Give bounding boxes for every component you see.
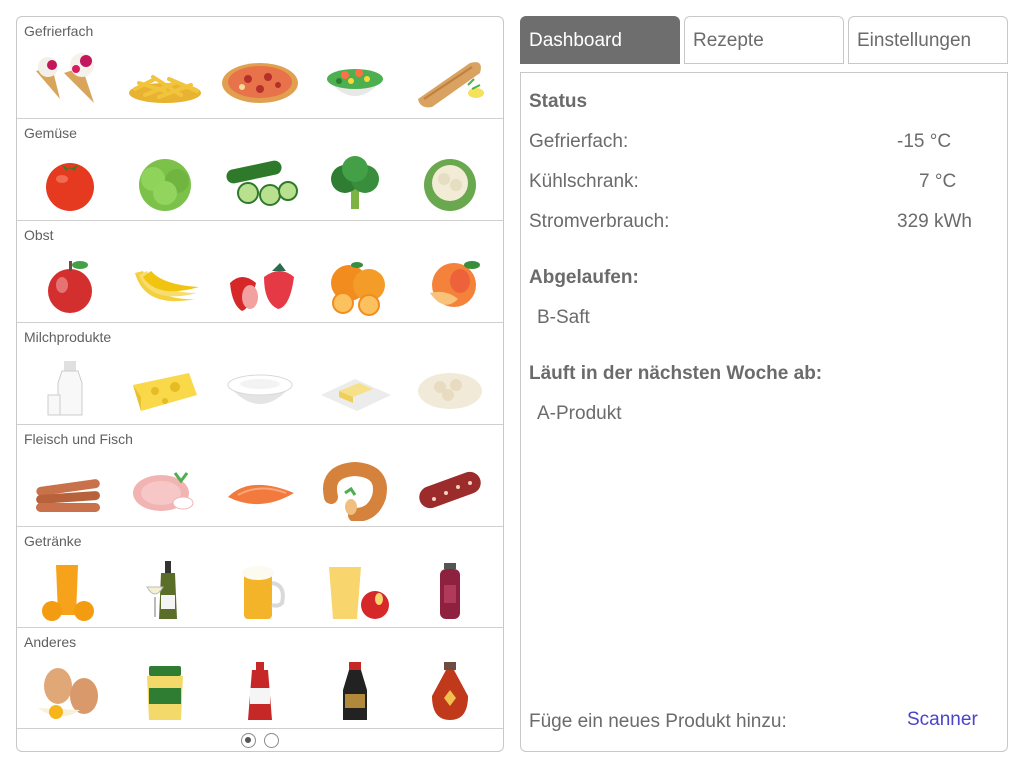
category-title: Milchprodukte <box>24 329 112 345</box>
add-product-label: Füge ein neues Produkt hinzu: <box>529 711 787 732</box>
ring-sausage-icon[interactable] <box>313 456 397 522</box>
soy-sauce-icon[interactable] <box>313 659 397 725</box>
oranges-icon[interactable] <box>313 252 397 318</box>
lettuce-icon[interactable] <box>123 150 207 216</box>
category-obst: Obst <box>17 221 503 323</box>
yogurt-icon[interactable] <box>218 354 302 420</box>
expiring-item: A-Produkt <box>537 403 622 424</box>
category-gefrierfach: Gefrierfach <box>17 17 503 119</box>
cottage-cheese-icon[interactable] <box>408 354 492 420</box>
category-fleisch-und-fisch: Fleisch und Fisch <box>17 425 503 527</box>
french-fries-icon[interactable] <box>123 48 207 114</box>
power-value: 329 kWh <box>897 211 972 232</box>
tab-dashboard[interactable]: Dashboard <box>520 16 680 64</box>
category-title: Obst <box>24 227 54 243</box>
cauliflower-icon[interactable] <box>408 150 492 216</box>
cheese-icon[interactable] <box>123 354 207 420</box>
pizza-icon[interactable] <box>218 48 302 114</box>
wine-icon[interactable] <box>123 558 207 624</box>
beer-icon[interactable] <box>218 558 302 624</box>
power-label: Stromverbrauch: <box>529 211 670 232</box>
category-title: Gemüse <box>24 125 77 141</box>
page-dot-1[interactable] <box>241 732 256 748</box>
category-title: Gefrierfach <box>24 23 94 39</box>
category-panel: Gefrierfach Gemüse Obst Milchprodukte Fl… <box>16 16 504 752</box>
smoothie-bottle-icon[interactable] <box>408 558 492 624</box>
peach-icon[interactable] <box>408 252 492 318</box>
fridge-label: Kühlschrank: <box>529 171 639 192</box>
category-title: Fleisch und Fisch <box>24 431 133 447</box>
mustard-jar-icon[interactable] <box>123 659 207 725</box>
orange-juice-icon[interactable] <box>28 558 112 624</box>
expiring-heading: Läuft in der nächsten Woche ab: <box>529 363 823 384</box>
strawberries-icon[interactable] <box>218 252 302 318</box>
fish-fillet-icon[interactable] <box>408 48 492 114</box>
category-title: Anderes <box>24 634 77 650</box>
frozen-vegetables-icon[interactable] <box>313 48 397 114</box>
dashboard-panel: Status Gefrierfach: -15 °C Kühlschrank: … <box>520 72 1008 752</box>
ice-cream-cone-icon[interactable] <box>28 48 112 114</box>
apple-juice-icon[interactable] <box>313 558 397 624</box>
ketchup-icon[interactable] <box>218 659 302 725</box>
butter-icon[interactable] <box>313 354 397 420</box>
freezer-label: Gefrierfach: <box>529 131 629 152</box>
freezer-value: -15 °C <box>897 131 952 152</box>
cucumber-icon[interactable] <box>218 150 302 216</box>
salami-icon[interactable] <box>408 456 492 522</box>
category-getraenke: Getränke <box>17 527 503 628</box>
tomato-icon[interactable] <box>28 150 112 216</box>
status-heading: Status <box>529 91 588 112</box>
bananas-icon[interactable] <box>123 252 207 318</box>
page-dot-2[interactable] <box>264 732 279 748</box>
broccoli-icon[interactable] <box>313 150 397 216</box>
ham-icon[interactable] <box>123 456 207 522</box>
maple-syrup-icon[interactable] <box>408 659 492 725</box>
apple-icon[interactable] <box>28 252 112 318</box>
page-indicator <box>17 729 503 751</box>
milk-bottle-icon[interactable] <box>28 354 112 420</box>
tab-einstellungen[interactable]: Einstellungen <box>848 16 1008 64</box>
scanner-button[interactable]: Scanner <box>907 709 978 731</box>
category-gemuese: Gemüse <box>17 119 503 221</box>
salmon-icon[interactable] <box>218 456 302 522</box>
category-milchprodukte: Milchprodukte <box>17 323 503 425</box>
expired-heading: Abgelaufen: <box>529 267 639 288</box>
tab-rezepte[interactable]: Rezepte <box>684 16 844 64</box>
expired-item: B-Saft <box>537 307 590 328</box>
eggs-icon[interactable] <box>28 659 112 725</box>
category-title: Getränke <box>24 533 82 549</box>
fridge-value: 7 °C <box>919 171 957 192</box>
sausages-icon[interactable] <box>28 456 112 522</box>
category-anderes: Anderes <box>17 628 503 729</box>
